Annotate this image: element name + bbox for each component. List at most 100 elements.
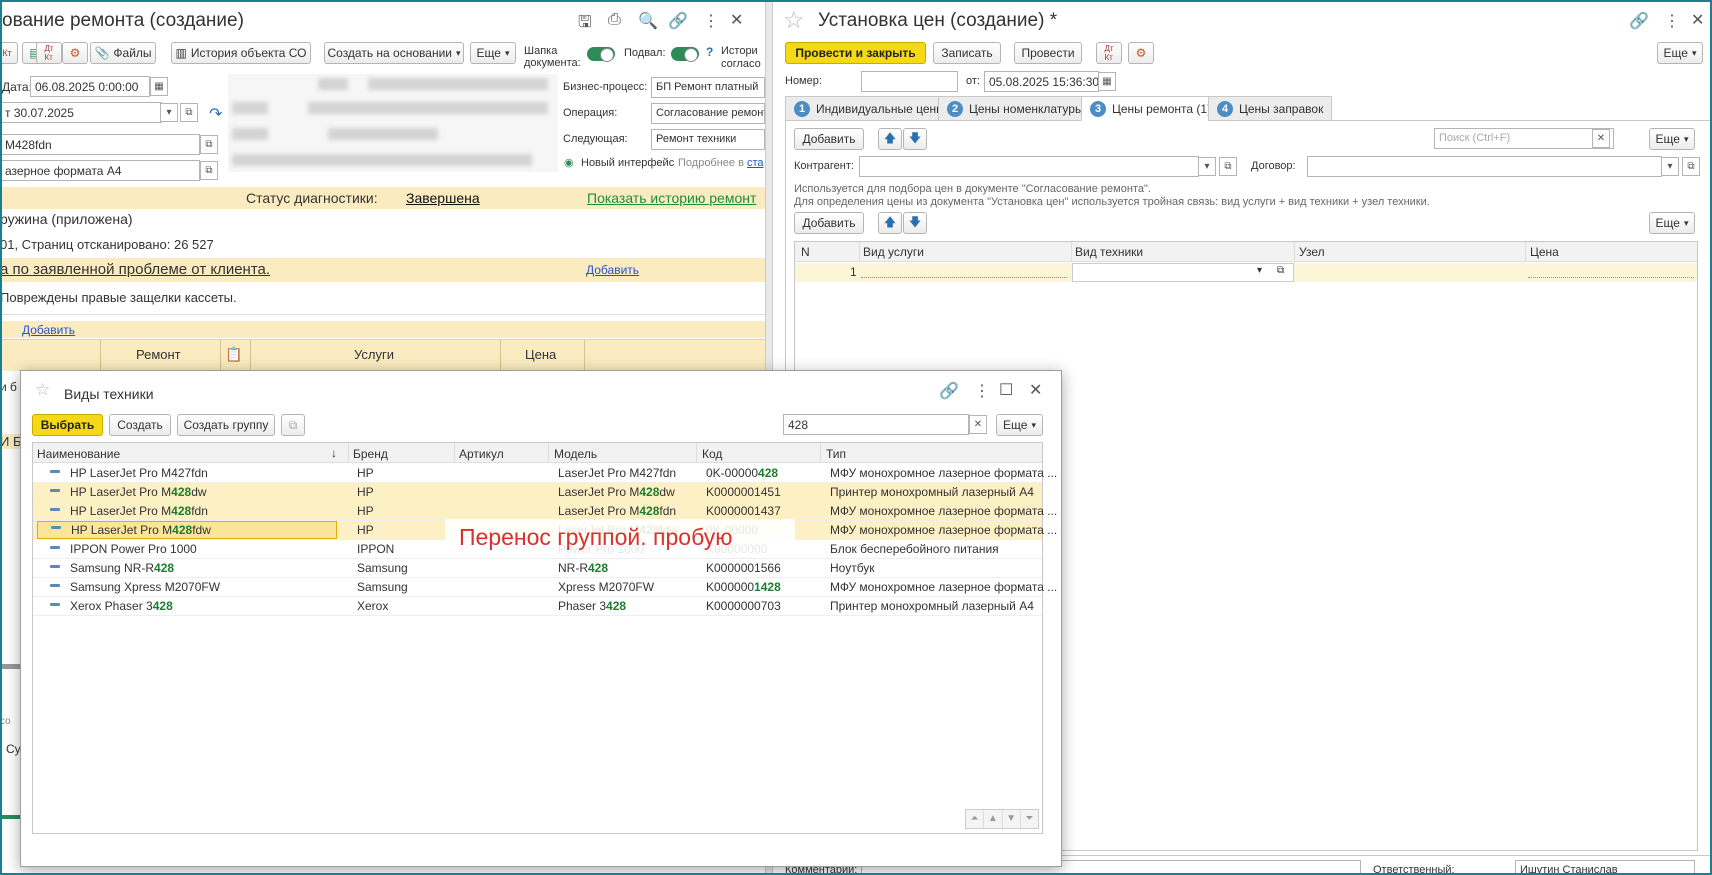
clipboard-icon[interactable]: 📋	[225, 346, 242, 363]
up-icon[interactable]: ▲	[984, 810, 1003, 828]
history-object-button[interactable]: ▥ История объекта СО	[171, 42, 311, 64]
add-button[interactable]: Добавить	[794, 128, 864, 150]
dt-kt-button[interactable]: Кт	[0, 42, 18, 64]
save-button[interactable]: Записать	[933, 42, 1001, 64]
open-icon[interactable]: ⧉	[1682, 157, 1700, 176]
move-down-button[interactable]: 🡇	[903, 128, 927, 150]
dt-kt-report-button[interactable]: Дт Кт	[36, 42, 62, 64]
add-problem-link[interactable]: Добавить	[586, 263, 639, 277]
link-icon[interactable]: 🔗	[668, 11, 688, 31]
dropdown-icon[interactable]: ▾	[1198, 157, 1216, 176]
down-icon[interactable]: ▼	[1003, 810, 1021, 828]
footer-toggle[interactable]	[671, 47, 699, 62]
radio-icon[interactable]: ◉	[564, 156, 574, 169]
star-icon[interactable]: ☆	[783, 6, 805, 35]
move-down-button[interactable]: 🡇	[903, 212, 927, 234]
help-icon[interactable]: ?	[706, 45, 713, 59]
col-type[interactable]: Тип	[826, 447, 846, 461]
history-approval-label[interactable]: Истори согласо	[721, 45, 761, 71]
kontragent-field[interactable]	[859, 156, 1199, 177]
open-icon[interactable]: ⧉	[1277, 265, 1284, 276]
create-group-button[interactable]: Создать группу	[177, 414, 275, 436]
add-button[interactable]: Добавить	[794, 212, 864, 234]
col-model[interactable]: Модель	[554, 447, 597, 461]
search-input[interactable]: Поиск (Ctrl+F)	[1434, 128, 1614, 149]
more-button[interactable]: Еще ▾	[1657, 42, 1703, 64]
tab-individual-prices[interactable]: 1 Индивидуальные цены	[785, 96, 954, 121]
type-field[interactable]: азерное формата А4	[0, 160, 200, 181]
table-row[interactable]: 1 ▾ ⧉	[795, 263, 1697, 282]
model-field[interactable]: M428fdn	[0, 134, 200, 155]
open-icon[interactable]: ⧉	[200, 161, 218, 180]
print-icon[interactable]: ⎙	[608, 11, 621, 29]
show-history-link[interactable]: Показать историю ремонт	[587, 190, 756, 206]
arrow-icon[interactable]: ↷	[209, 104, 222, 124]
col-name[interactable]: Наименование	[37, 447, 120, 461]
more-button[interactable]: Еще ▾	[996, 414, 1043, 436]
maximize-icon[interactable]: ☐	[999, 380, 1013, 400]
tab-nomenclature-prices[interactable]: 2 Цены номенклатуры	[938, 96, 1093, 121]
more-button[interactable]: Еще ▾	[1649, 212, 1695, 234]
menu-icon[interactable]: ⋮	[974, 381, 990, 401]
tab-repair-prices[interactable]: 3 Цены ремонта (1)	[1081, 96, 1221, 121]
star-icon[interactable]: ☆	[35, 380, 50, 400]
more-button[interactable]: Еще ▾	[470, 42, 516, 64]
first-icon[interactable]: ⏶	[966, 810, 985, 828]
col-code[interactable]: Код	[702, 447, 722, 461]
table-row[interactable]: Samsung Xpress M2070FW Samsung Xpress M207…	[33, 578, 1057, 597]
post-close-button[interactable]: Провести и закрыть	[785, 42, 926, 64]
table-row[interactable]: Xerox Phaser 3428 Xerox Phaser 3428 K000000…	[33, 597, 1042, 616]
tab-refill-prices[interactable]: 4 Цены заправок	[1208, 96, 1333, 121]
date-field[interactable]: 06.08.2025 0:00:00	[30, 76, 150, 97]
clear-icon[interactable]: ✕	[1592, 129, 1610, 148]
col-article[interactable]: Артикул	[459, 447, 504, 461]
header-toggle[interactable]	[587, 47, 615, 62]
open-icon[interactable]: ⧉	[200, 135, 218, 154]
dt-kt-button[interactable]: Дт Кт	[1096, 42, 1122, 64]
org-button[interactable]: ⚙	[62, 42, 88, 64]
open-icon[interactable]: ⧉	[1219, 157, 1237, 176]
next-field[interactable]: Ремонт техники	[651, 129, 765, 150]
search-input[interactable]: 428	[783, 414, 969, 435]
dogovor-field[interactable]	[1307, 156, 1662, 177]
responsible-field[interactable]: Ишутин Станислав	[1515, 860, 1695, 875]
move-up-button[interactable]: 🡅	[878, 128, 902, 150]
dropdown-icon[interactable]: ▾	[1257, 265, 1262, 276]
bp-field[interactable]: БП Ремонт платный	[651, 77, 765, 98]
number-field[interactable]	[861, 71, 958, 92]
create-button[interactable]: Создать	[109, 414, 171, 436]
more-info-link[interactable]: Подробнее в ста	[678, 157, 764, 169]
create-based-button[interactable]: Создать на основании ▾	[324, 42, 464, 64]
link-icon[interactable]: 🔗	[939, 381, 959, 401]
from-field[interactable]: т 30.07.2025	[0, 102, 162, 123]
close-icon[interactable]: ✕	[1691, 10, 1704, 30]
table-row[interactable]: HP LaserJet Pro M428dw HP LaserJet Pro M42…	[33, 483, 1042, 502]
close-icon[interactable]: ✕	[730, 10, 743, 30]
calendar-icon[interactable]: ▦	[1098, 72, 1116, 91]
sort-arrow-icon[interactable]: ↓	[331, 446, 337, 460]
dropdown-icon[interactable]: ▾	[1661, 157, 1679, 176]
menu-icon[interactable]: ⋮	[703, 11, 719, 31]
save-icon[interactable]: 🖫	[578, 11, 592, 38]
last-icon[interactable]: ⏷	[1021, 810, 1038, 828]
menu-icon[interactable]: ⋮	[1664, 11, 1680, 31]
more-button[interactable]: Еще ▾	[1649, 128, 1695, 150]
preview-icon[interactable]: 🔍	[638, 11, 658, 31]
open-icon[interactable]: ⧉	[180, 103, 198, 122]
add-repair-link[interactable]: Добавить	[22, 323, 75, 337]
col-brand[interactable]: Бренд	[353, 447, 388, 461]
table-row[interactable]: HP LaserJet Pro M427fdn HP LaserJet Pro M4…	[33, 464, 1057, 483]
close-icon[interactable]: ✕	[1029, 380, 1042, 400]
date-field[interactable]: 05.08.2025 15:36:30	[984, 71, 1099, 92]
calendar-icon[interactable]: ▦	[150, 77, 168, 96]
copy-button[interactable]: ⧉	[281, 414, 305, 436]
table-row[interactable]: Samsung NR-R428 Samsung NR-R428 K0000001566…	[33, 559, 1042, 578]
select-button[interactable]: Выбрать	[32, 414, 103, 436]
clear-icon[interactable]: ✕	[969, 415, 987, 434]
post-button[interactable]: Провести	[1014, 42, 1082, 64]
op-field[interactable]: Согласование ремонт	[651, 103, 765, 124]
files-button[interactable]: 📎 Файлы	[90, 42, 156, 64]
org-button[interactable]: ⚙	[1128, 42, 1154, 64]
dropdown-icon[interactable]: ▾	[160, 103, 178, 122]
link-icon[interactable]: 🔗	[1629, 11, 1649, 31]
